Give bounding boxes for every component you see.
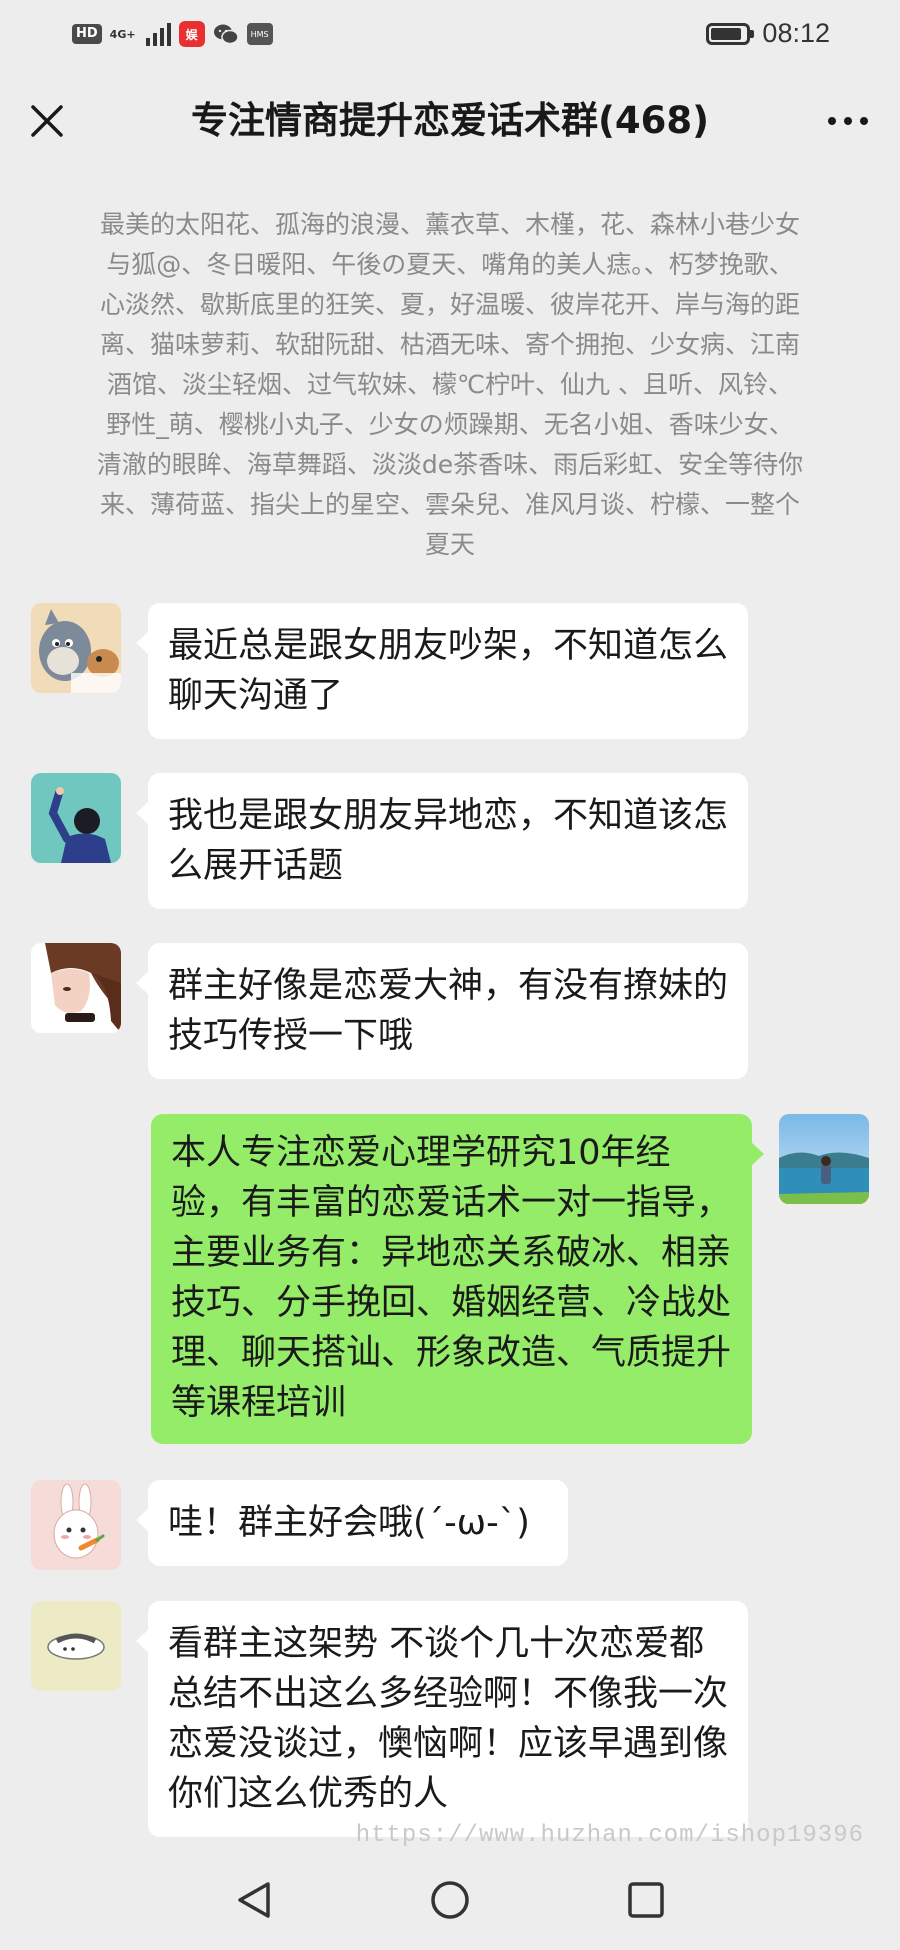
chat-header: 专注情商提升恋爱话术群(468)	[0, 68, 900, 176]
status-icons-right: 08:12	[706, 18, 830, 49]
bunny-avatar[interactable]	[31, 1480, 121, 1570]
watermark-text: https://www.huzhan.com/ishop19396	[355, 1822, 864, 1849]
chat-title: 专注情商提升恋爱话术群(468)	[190, 99, 710, 142]
status-icons-left: HD 4G+ 娱 HMS	[72, 20, 273, 48]
wechat-icon	[213, 24, 239, 45]
hms-icon: HMS	[246, 23, 273, 45]
signal-icon	[145, 22, 171, 46]
back-icon[interactable]	[232, 1878, 276, 1922]
message-bubble: 群主好像是恋爱大神，有没有撩妹的技巧传授一下哦	[136, 943, 748, 1079]
cartoon-cat-avatar[interactable]	[31, 603, 121, 693]
boy-illustration-avatar[interactable]	[31, 773, 121, 863]
status-bar: HD 4G+ 娱 HMS 08:12	[0, 0, 900, 68]
close-icon[interactable]	[22, 96, 72, 146]
group-join-notice: 最美的太阳花、孤海的浪漫、薰衣草、木槿，花、森林小巷少女与狐@、冬日暖阳、午後の…	[96, 210, 804, 559]
girl-portrait-avatar[interactable]	[31, 943, 121, 1033]
message-bubble: 看群主这架势 不谈个几十次恋爱都总结不出这么多经验啊！不像我一次恋爱没谈过，懊恼…	[136, 1601, 748, 1837]
hd-icon: HD	[72, 24, 102, 44]
recent-apps-icon[interactable]	[624, 1878, 668, 1922]
status-time: 08:12	[762, 18, 830, 48]
battery-icon	[706, 22, 755, 45]
home-icon[interactable]	[428, 1878, 472, 1922]
lake-landscape-avatar[interactable]	[779, 1114, 869, 1204]
message-bubble: 哇！群主好会哦(´-ω-`)	[136, 1480, 568, 1566]
message-bubble: 我也是跟女朋友异地恋，不知道该怎么展开话题	[136, 773, 748, 909]
message-bubble-self: 本人专注恋爱心理学研究10年经验，有丰富的恋爱话术一对一指导，主要业务有：异地恋…	[151, 1114, 764, 1444]
notification-app-icon: 娱	[178, 21, 205, 47]
rice-ball-avatar[interactable]	[31, 1601, 121, 1691]
system-navigation-bar	[0, 1850, 900, 1950]
message-bubble: 最近总是跟女朋友吵架，不知道怎么聊天沟通了	[136, 603, 748, 739]
more-options-icon[interactable]	[818, 96, 878, 146]
network-type: 4G+	[109, 27, 136, 41]
